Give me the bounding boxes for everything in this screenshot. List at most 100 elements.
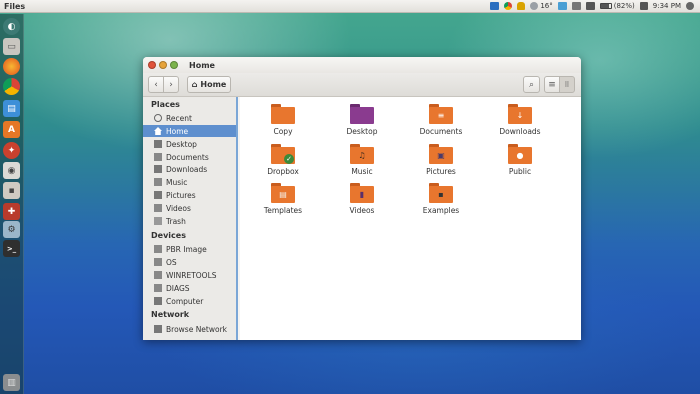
folder-item[interactable]: Copy bbox=[248, 104, 318, 136]
sidebar-item-label: WINRETOOLS bbox=[166, 270, 217, 280]
indicator-area: 16° (82%) 9:34 PM bbox=[490, 2, 700, 10]
folder-label: Desktop bbox=[346, 127, 378, 136]
sidebar-item-home[interactable]: Home bbox=[143, 125, 236, 137]
documents-icon bbox=[154, 153, 162, 161]
top-panel: Files 16° (82%) 9:34 PM bbox=[0, 0, 700, 13]
session-gear-icon[interactable] bbox=[686, 2, 694, 10]
drive-icon bbox=[154, 284, 162, 292]
sidebar-item-winretools[interactable]: WINRETOOLS bbox=[143, 269, 236, 281]
screenshot-icon[interactable]: ◉ bbox=[3, 162, 20, 179]
sidebar-item-recent[interactable]: Recent bbox=[143, 112, 236, 124]
clock-text[interactable]: 9:34 PM bbox=[653, 2, 681, 10]
grid-view-button[interactable]: ⠿ bbox=[559, 76, 575, 93]
desktop-folder-icon bbox=[350, 104, 374, 124]
sidebar-item-music[interactable]: Music bbox=[143, 176, 236, 188]
sidebar-item-computer[interactable]: Computer bbox=[143, 295, 236, 307]
dash-home-icon[interactable]: ◐ bbox=[3, 18, 20, 35]
folder-label: Public bbox=[508, 167, 532, 176]
folder-label: Documents bbox=[419, 127, 463, 136]
toolbox-icon[interactable]: ✚ bbox=[3, 203, 20, 220]
sidebar-item-pictures[interactable]: Pictures bbox=[143, 189, 236, 201]
search-icon: ⌕ bbox=[528, 79, 535, 90]
computer-icon bbox=[154, 297, 162, 305]
input-indicator-icon[interactable] bbox=[585, 2, 595, 10]
sidebar-item-label: Documents bbox=[166, 152, 209, 162]
sidebar-item-browse-network[interactable]: Browse Network bbox=[143, 323, 236, 335]
back-button[interactable]: ‹ bbox=[148, 76, 164, 93]
network-heading: Network bbox=[151, 310, 190, 319]
settings-icon[interactable]: ✦ bbox=[3, 142, 20, 159]
folder-item[interactable]: ▮ Videos bbox=[327, 183, 397, 215]
sidebar-item-pbr-image[interactable]: PBR Image bbox=[143, 243, 236, 255]
close-button[interactable] bbox=[148, 61, 156, 69]
folder-item[interactable]: Desktop bbox=[327, 104, 397, 136]
folder-item[interactable]: ✓ Dropbox bbox=[248, 144, 318, 176]
folder-label: Videos bbox=[349, 206, 375, 215]
sidebar-item-label: Music bbox=[166, 177, 188, 187]
folder-item[interactable]: ▤ Templates bbox=[248, 183, 318, 215]
list-view-button[interactable]: ≡ bbox=[544, 76, 560, 93]
sidebar-item-label: Videos bbox=[166, 203, 191, 213]
grid-view-icon: ⠿ bbox=[564, 80, 570, 89]
folder-item[interactable]: ≡ Documents bbox=[406, 104, 476, 136]
file-manager-icon[interactable]: ▭ bbox=[3, 38, 20, 55]
minimize-button[interactable] bbox=[159, 61, 167, 69]
sidebar-item-videos[interactable]: Videos bbox=[143, 202, 236, 214]
toolbar: ‹ › ⌂ Home ⌕ ≡ ⠿ bbox=[143, 73, 581, 97]
sidebar-item-os[interactable]: OS bbox=[143, 256, 236, 268]
battery-icon bbox=[599, 3, 612, 9]
folder-item[interactable]: ● Public bbox=[485, 144, 555, 176]
launcher: ◐ ▭ ▤ A ✦ ◉ ▪ ✚ ⚙ >_ ▥ bbox=[0, 14, 24, 394]
sidebar-item-diags[interactable]: DIAGS bbox=[143, 282, 236, 294]
window-titlebar[interactable]: Home bbox=[143, 57, 581, 73]
sidebar-item-trash[interactable]: Trash bbox=[143, 215, 236, 227]
folder-item[interactable]: ▪ Examples bbox=[406, 183, 476, 215]
dropbox-indicator-icon[interactable] bbox=[490, 2, 500, 10]
breadcrumb-label: Home bbox=[200, 80, 227, 89]
search-button[interactable]: ⌕ bbox=[523, 76, 540, 93]
document-icon[interactable]: ▤ bbox=[3, 100, 20, 117]
sidebar-item-label: Recent bbox=[166, 113, 192, 123]
terminal-icon[interactable]: >_ bbox=[3, 240, 20, 257]
system-tools-icon[interactable]: ⚙ bbox=[3, 221, 20, 238]
weather-indicator[interactable]: 16° bbox=[530, 2, 553, 10]
sidebar-item-label: Computer bbox=[166, 296, 204, 306]
notification-bell-icon[interactable] bbox=[517, 2, 526, 10]
breadcrumb-home[interactable]: ⌂ Home bbox=[187, 76, 231, 93]
places-heading: Places bbox=[151, 100, 180, 109]
forward-button[interactable]: › bbox=[163, 76, 179, 93]
folder-item[interactable]: ♫ Music bbox=[327, 144, 397, 176]
folder-item[interactable]: ▣ Pictures bbox=[406, 144, 476, 176]
music-icon bbox=[154, 178, 162, 186]
folder-label: Downloads bbox=[499, 127, 541, 136]
folder-item[interactable]: ↓ Downloads bbox=[485, 104, 555, 136]
volume-icon[interactable] bbox=[639, 2, 648, 10]
software-center-icon[interactable]: A bbox=[3, 121, 20, 138]
sidebar-item-documents[interactable]: Documents bbox=[143, 151, 236, 163]
update-indicator-icon[interactable] bbox=[557, 2, 567, 10]
chrome-indicator-icon[interactable] bbox=[504, 2, 513, 10]
documents-folder-icon: ≡ bbox=[429, 104, 453, 124]
chrome-icon[interactable] bbox=[3, 78, 20, 95]
disk-utility-icon[interactable]: ▪ bbox=[3, 182, 20, 199]
list-view-icon: ≡ bbox=[548, 79, 556, 90]
sidebar-item-downloads[interactable]: Downloads bbox=[143, 163, 236, 175]
app-menu-title[interactable]: Files bbox=[0, 2, 25, 11]
folder-icon bbox=[271, 104, 295, 124]
drive-icon bbox=[154, 258, 162, 266]
videos-folder-icon: ▮ bbox=[350, 183, 374, 203]
folder-label: Dropbox bbox=[267, 167, 299, 176]
folder-label: Copy bbox=[273, 127, 293, 136]
network-indicator-icon[interactable] bbox=[571, 2, 581, 10]
music-folder-icon: ♫ bbox=[350, 144, 374, 164]
sidebar-item-desktop[interactable]: Desktop bbox=[143, 138, 236, 150]
dropbox-folder-icon: ✓ bbox=[271, 144, 295, 164]
recent-icon bbox=[154, 114, 162, 122]
battery-indicator[interactable]: (82%) bbox=[599, 2, 635, 10]
sidebar-item-label: Desktop bbox=[166, 139, 197, 149]
folder-label: Examples bbox=[422, 206, 460, 215]
firefox-icon[interactable] bbox=[3, 58, 20, 75]
trash-icon[interactable]: ▥ bbox=[3, 374, 20, 391]
folder-label: Templates bbox=[263, 206, 303, 215]
maximize-button[interactable] bbox=[170, 61, 178, 69]
